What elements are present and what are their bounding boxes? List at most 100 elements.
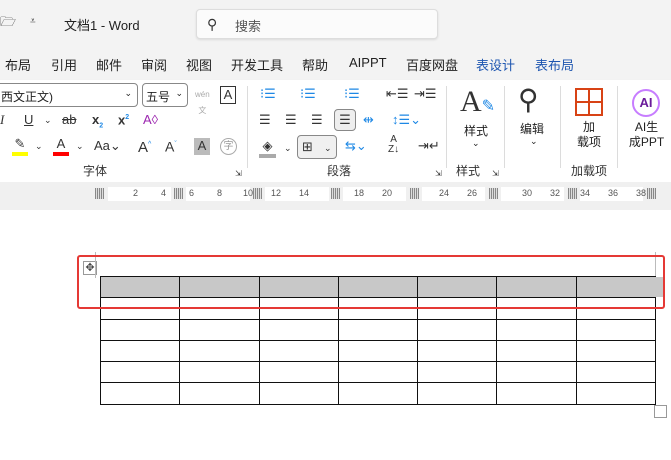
tab-aippt[interactable]: AIPPT (349, 55, 387, 70)
table-cell[interactable] (575, 361, 657, 384)
column-marker[interactable] (489, 188, 498, 199)
align-right-icon[interactable]: ☰ (311, 112, 323, 128)
tab-mailings[interactable]: 邮件 (96, 55, 122, 74)
table-cell[interactable] (337, 382, 419, 405)
chevron-down-icon[interactable]: ⌄ (35, 138, 43, 154)
underline-icon[interactable]: U (24, 112, 33, 128)
distributed-icon[interactable]: ⇹ (363, 112, 374, 128)
line-spacing-icon[interactable]: ↕☰⌄ (392, 112, 421, 128)
bullets-icon[interactable]: ⁝☰ (260, 86, 276, 102)
grow-font-icon[interactable]: A^ (138, 137, 151, 156)
editing-button[interactable]: ⚲ 编辑 ⌄ (510, 84, 560, 160)
phonetic-guide-icon[interactable]: wén 文 (195, 87, 210, 119)
clear-formatting-icon[interactable]: A◊ (143, 112, 158, 128)
table-cell[interactable] (258, 361, 339, 384)
styles-dialog-launcher-icon[interactable]: ⇲ (492, 166, 499, 182)
table-cell[interactable] (575, 318, 657, 341)
paragraph-dialog-launcher-icon[interactable]: ⇲ (435, 166, 442, 182)
table-cell[interactable] (496, 339, 577, 363)
chevron-down-icon[interactable]: ⌄ (284, 140, 292, 156)
table-resize-handle[interactable] (654, 405, 667, 418)
justify-icon[interactable]: ☰ (334, 109, 356, 131)
tab-layout[interactable]: 布局 (5, 55, 31, 74)
table-cell[interactable] (258, 382, 339, 405)
table-cell[interactable] (496, 318, 577, 341)
table-row[interactable] (99, 318, 657, 341)
table-cell[interactable] (179, 339, 260, 363)
column-marker[interactable] (253, 188, 262, 199)
table-cell[interactable] (496, 382, 577, 405)
table-cell[interactable] (417, 318, 498, 341)
superscript-icon[interactable]: x2 (118, 110, 129, 128)
borders-button[interactable]: ⊞ ⌄ (297, 135, 337, 159)
ai-generate-ppt-button[interactable]: AI AI生 成PPT (622, 84, 671, 154)
tab-references[interactable]: 引用 (51, 55, 77, 74)
table-row[interactable] (99, 361, 657, 384)
enclose-characters-icon[interactable]: 字 (220, 138, 237, 155)
table-cell[interactable] (179, 318, 260, 341)
column-marker[interactable] (174, 188, 183, 199)
decrease-indent-icon[interactable]: ⇤☰ (386, 86, 409, 102)
column-marker[interactable] (410, 188, 419, 199)
tab-help[interactable]: 帮助 (302, 55, 328, 74)
sort-icon[interactable]: A Z↓ (388, 135, 399, 155)
table-cell[interactable] (417, 339, 498, 363)
table-cell[interactable] (179, 361, 260, 384)
font-name-select[interactable]: 西文正文) ⌄ (0, 83, 138, 107)
addins-button[interactable]: 加 载项 (566, 84, 612, 154)
tab-view[interactable]: 视图 (186, 55, 212, 74)
column-marker[interactable] (568, 188, 577, 199)
table-cell[interactable] (496, 361, 577, 384)
table-cell[interactable] (337, 318, 419, 341)
font-dialog-launcher-icon[interactable]: ⇲ (235, 166, 242, 182)
character-shading-icon[interactable]: A (194, 138, 210, 155)
tab-table-layout[interactable]: 表布局 (535, 55, 574, 74)
subscript-icon[interactable]: x2 (92, 112, 103, 135)
numbering-icon[interactable]: ⁝☰ (300, 86, 316, 102)
column-marker[interactable] (331, 188, 340, 199)
column-marker[interactable] (95, 188, 104, 199)
table-cell[interactable] (99, 318, 181, 341)
table-cell[interactable] (337, 361, 419, 384)
table-cell[interactable] (99, 382, 181, 405)
shading-icon[interactable]: ◈ (259, 138, 276, 158)
open-folder-icon[interactable]: 🗁 (0, 14, 16, 30)
shrink-font-icon[interactable]: Aˇ (165, 137, 177, 155)
align-center-icon[interactable]: ☰ (285, 112, 297, 128)
font-size-select[interactable]: 五号 ⌄ (142, 83, 188, 107)
table-cell[interactable] (575, 339, 657, 363)
table-cell[interactable] (99, 339, 181, 363)
table-cell[interactable] (575, 382, 657, 405)
chevron-down-icon[interactable]: ⌄ (76, 138, 84, 154)
table-cell[interactable] (99, 361, 181, 384)
customize-quick-access-icon[interactable]: ⩡ (30, 14, 36, 30)
table-row[interactable] (99, 339, 657, 363)
chevron-down-icon[interactable]: ⌄ (44, 112, 52, 128)
multilevel-list-icon[interactable]: ⁝☰ (344, 86, 360, 102)
italic-icon[interactable]: I (0, 112, 4, 128)
styles-button[interactable]: A✎ 样式 ⌄ (452, 84, 500, 160)
increase-indent-icon[interactable]: ⇥☰ (414, 86, 437, 102)
table-cell[interactable] (179, 382, 260, 405)
font-color-icon[interactable]: A (53, 136, 69, 156)
table-cell[interactable] (258, 318, 339, 341)
search-box[interactable]: ⚲ 搜索 (196, 9, 438, 39)
highlight-icon[interactable]: ✎ (12, 136, 28, 156)
table-cell[interactable] (417, 382, 498, 405)
show-formatting-icon[interactable]: ⇥↵ (418, 138, 440, 154)
strikethrough-icon[interactable]: ab (62, 112, 76, 128)
tab-review[interactable]: 审阅 (141, 55, 167, 74)
table-cell[interactable] (337, 339, 419, 363)
chinese-layout-icon[interactable]: ⇆⌄ (345, 138, 367, 154)
tab-table-design[interactable]: 表设计 (476, 55, 515, 74)
table-row[interactable] (99, 382, 657, 405)
character-border-icon[interactable]: A (220, 86, 236, 104)
tab-baidu-netdisk[interactable]: 百度网盘 (406, 55, 458, 74)
tab-developer[interactable]: 开发工具 (231, 55, 283, 74)
ruler-tick: 30 (522, 188, 533, 198)
table-cell[interactable] (417, 361, 498, 384)
align-left-icon[interactable]: ☰ (259, 112, 271, 128)
change-case-icon[interactable]: Aa⌄ (94, 138, 121, 154)
column-marker[interactable] (647, 188, 656, 199)
table-cell[interactable] (258, 339, 339, 363)
